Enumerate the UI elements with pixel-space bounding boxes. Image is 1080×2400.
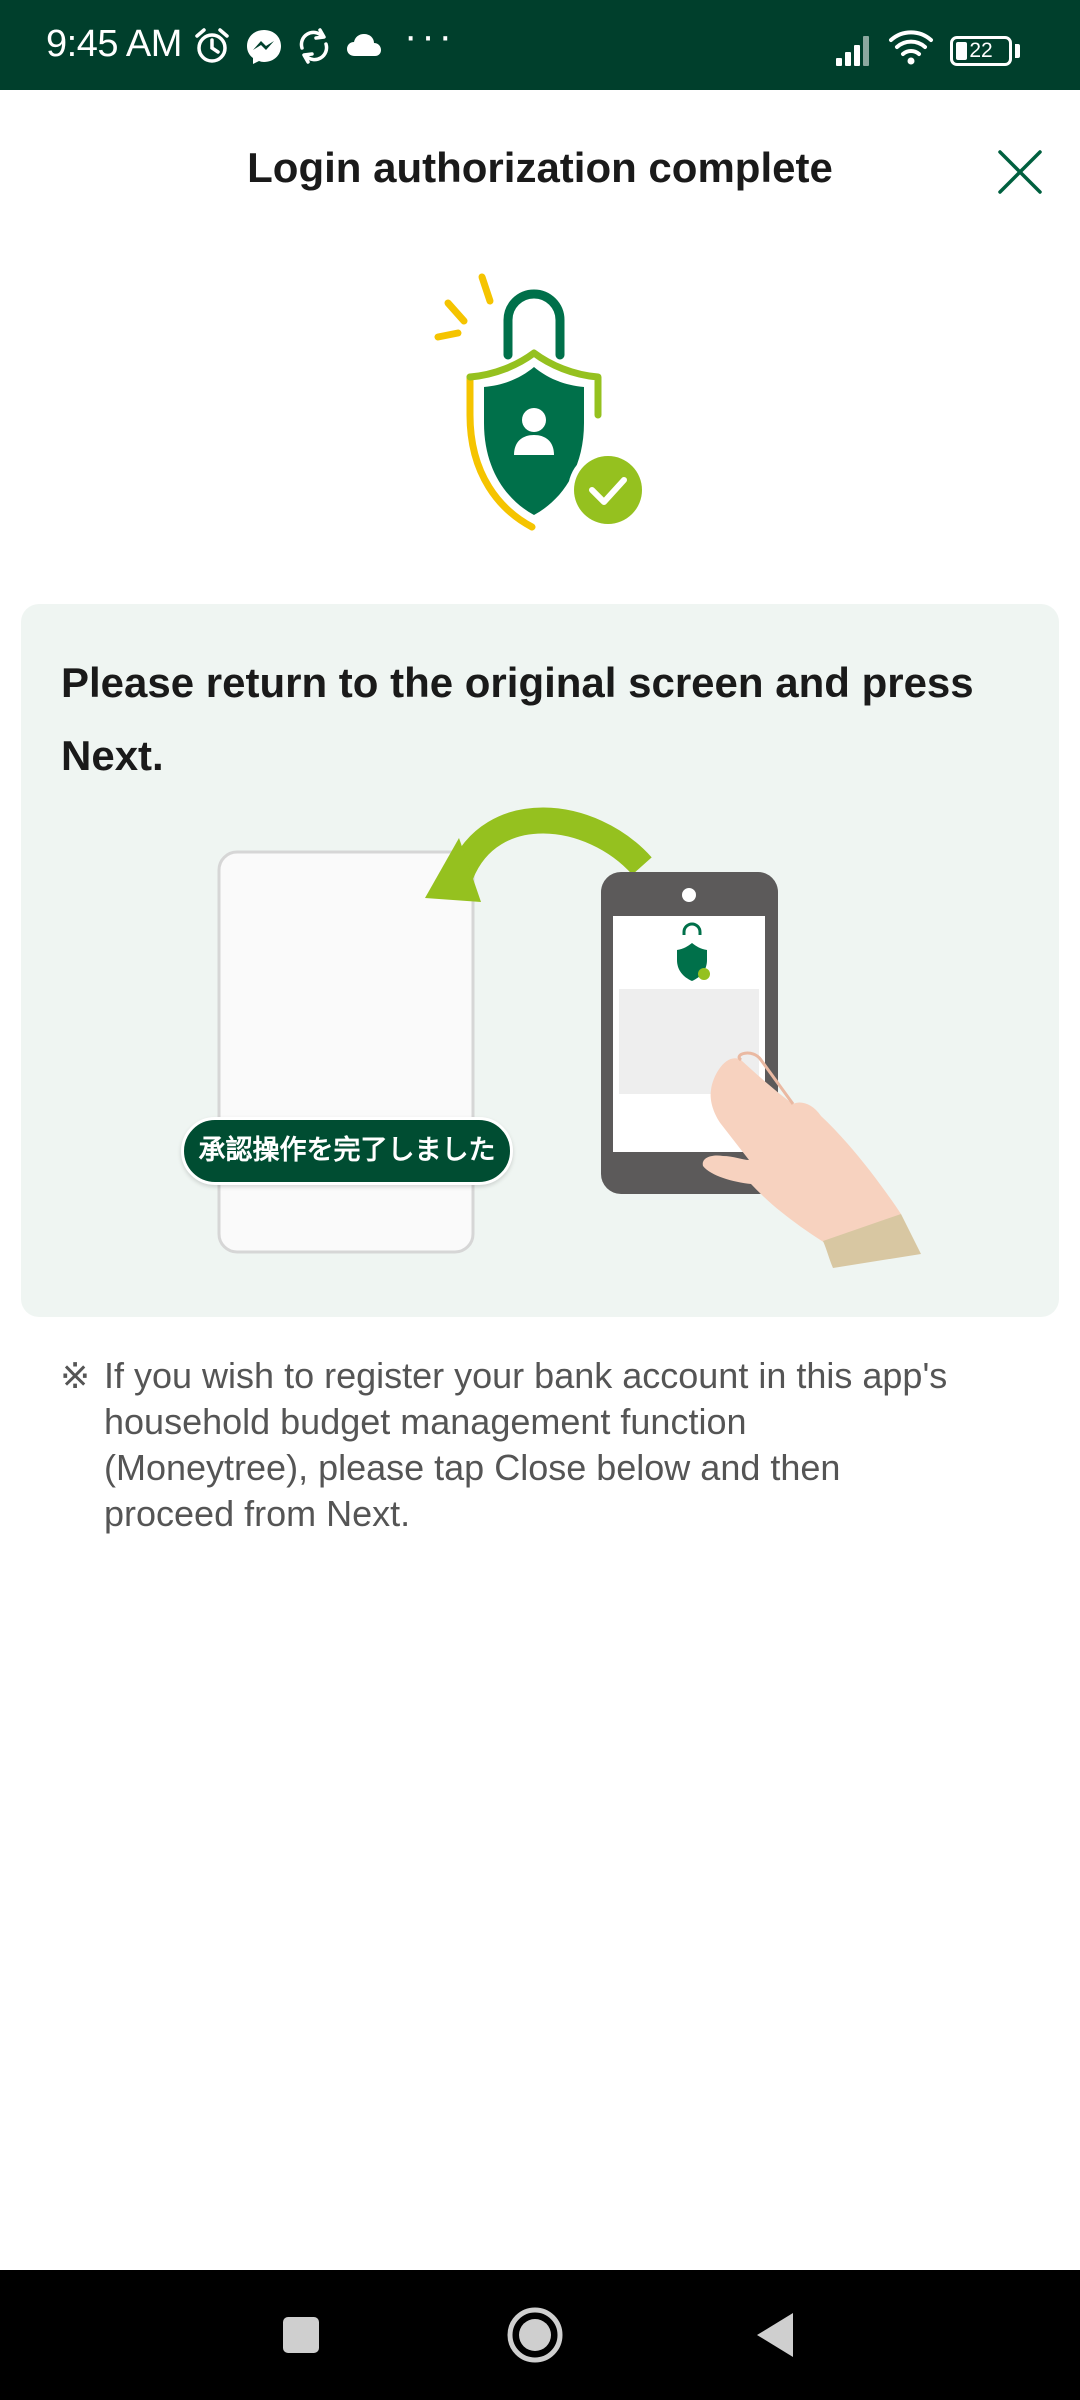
note-mark: ※: [60, 1355, 91, 1396]
battery-tip: [1015, 44, 1020, 58]
status-bar: 9:45 AM ··· 22: [0, 0, 1080, 90]
page-title: Login authorization complete: [247, 144, 833, 191]
return-to-screen-illustration: [217, 807, 921, 1268]
alarm-icon: [195, 28, 229, 63]
shield-lock-check-icon: [434, 273, 648, 531]
system-navigation-bar: [0, 2270, 1080, 2400]
note-text: If you wish to register your bank accoun…: [104, 1355, 948, 1534]
overflow-dots: ···: [404, 14, 456, 58]
cloud-icon: [347, 34, 381, 56]
approval-complete-badge: 承認操作を完了しました: [181, 1117, 513, 1185]
back-triangle-icon[interactable]: [745, 2305, 805, 2365]
header: Login authorization complete: [0, 90, 1080, 250]
sync-icon: [299, 28, 329, 64]
battery-level: 22: [969, 39, 993, 62]
status-time: 9:45 AM: [46, 23, 182, 65]
messenger-icon: [247, 30, 281, 64]
instruction-heading: Please return to the original screen and…: [61, 659, 974, 779]
original-screen-illustration: [217, 850, 475, 1254]
recents-square-icon[interactable]: [271, 2305, 331, 2365]
instruction-card: Please return to the original screen and…: [21, 604, 1059, 1317]
close-icon[interactable]: [990, 142, 1050, 202]
home-circle-icon[interactable]: [505, 2305, 565, 2365]
signal-icon: [836, 36, 869, 66]
battery-icon: 22: [950, 36, 1012, 66]
wifi-icon: [889, 30, 933, 65]
